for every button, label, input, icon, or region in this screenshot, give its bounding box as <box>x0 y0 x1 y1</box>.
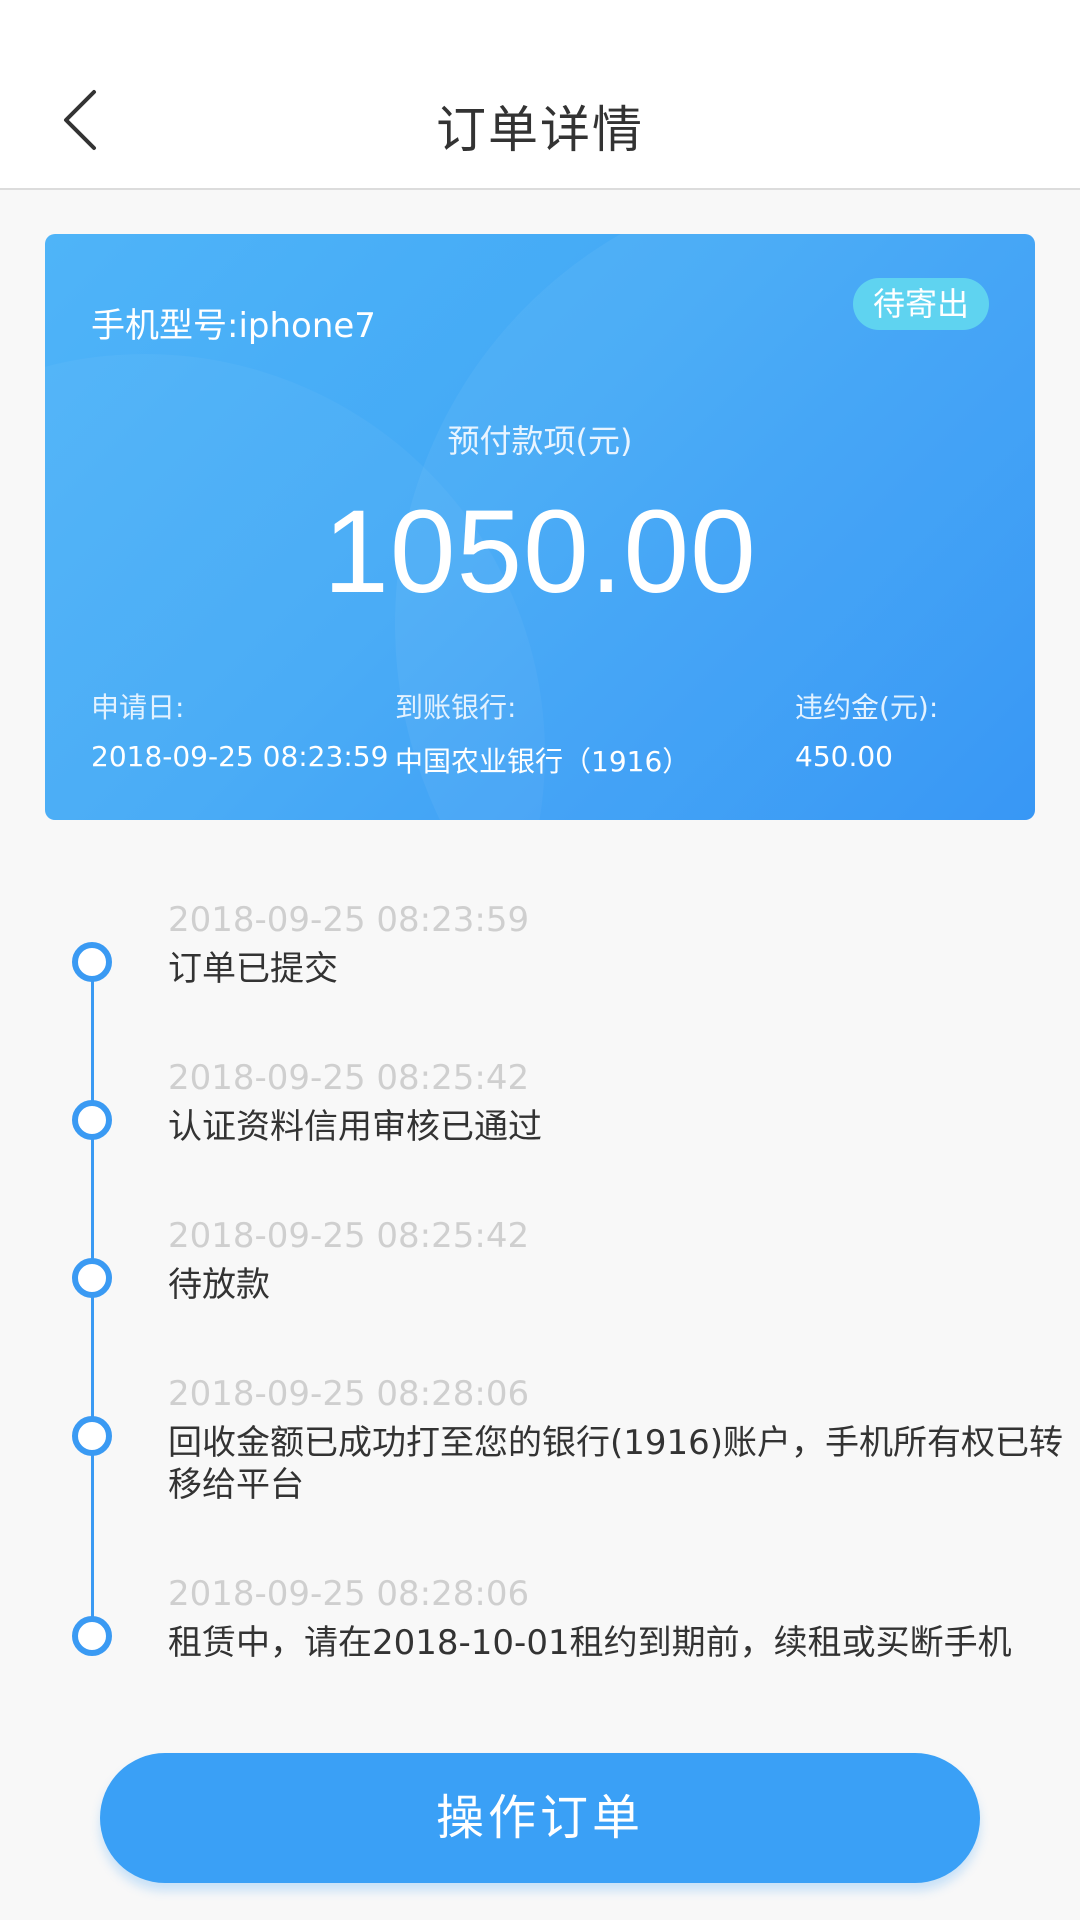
timeline-dot <box>72 1416 112 1456</box>
timeline-text: 租赁中，请在2018-10-01租约到期前，续租或买断手机 <box>168 1623 1012 1663</box>
timeline-dot <box>72 942 112 982</box>
timeline-time: 2018-09-25 08:28:06 <box>168 1374 530 1414</box>
timeline-line <box>91 962 94 1634</box>
timeline-time: 2018-09-25 08:25:42 <box>168 1216 530 1256</box>
timeline-dot <box>72 1616 112 1656</box>
order-summary-card: 手机型号:iphone7 待寄出 预付款项(元) 1050.00 申请日: 20… <box>45 234 1035 820</box>
apply-date-value: 2018-09-25 08:23:59 <box>91 740 389 773</box>
penalty-label: 违约金(元): <box>795 691 939 724</box>
top-bar: 订单详情 <box>0 0 1080 190</box>
apply-date-label: 申请日: <box>91 691 185 724</box>
bank-label: 到账银行: <box>395 691 517 724</box>
timeline-dot <box>72 1258 112 1298</box>
timeline-text: 回收金额已成功打至您的银行(1916)账户，手机所有权已转移给平台 <box>168 1423 1064 1505</box>
phone-model: 手机型号:iphone7 <box>91 306 376 346</box>
penalty-value: 450.00 <box>795 740 893 773</box>
page-title: 订单详情 <box>436 101 644 159</box>
prepay-amount: 1050.00 <box>323 486 757 618</box>
prepay-label: 预付款项(元) <box>447 422 633 460</box>
status-badge: 待寄出 <box>852 278 989 330</box>
bank-value: 中国农业银行（1916） <box>395 745 691 778</box>
operate-order-button[interactable]: 操作订单 <box>100 1753 980 1883</box>
timeline-time: 2018-09-25 08:23:59 <box>168 900 530 940</box>
timeline-text: 待放款 <box>168 1265 270 1305</box>
timeline-time: 2018-09-25 08:28:06 <box>168 1574 530 1614</box>
penalty-block: 违约金(元): 450.00 <box>795 686 938 773</box>
timeline-dot <box>72 1100 112 1140</box>
apply-date-block: 申请日: 2018-09-25 08:23:59 <box>91 686 388 773</box>
bank-block: 到账银行: 中国农业银行（1916） <box>395 686 690 780</box>
timeline-time: 2018-09-25 08:25:42 <box>168 1058 530 1098</box>
timeline-text: 订单已提交 <box>168 949 338 989</box>
timeline-text: 认证资料信用审核已通过 <box>168 1107 542 1147</box>
